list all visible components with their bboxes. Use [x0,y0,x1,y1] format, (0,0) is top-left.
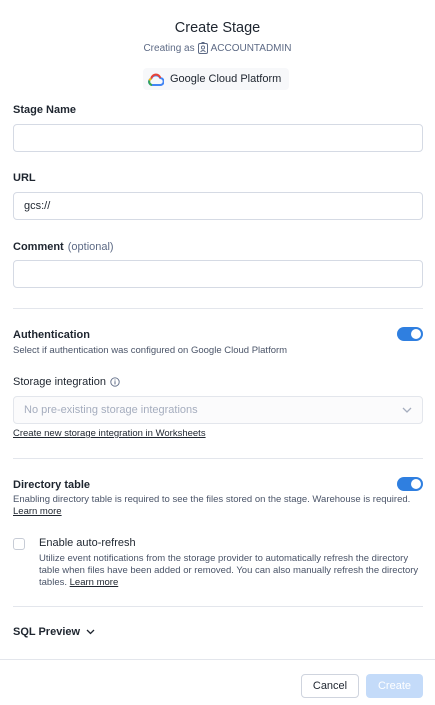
stage-name-label: Stage Name [13,104,76,116]
authentication-label-text: Authentication [13,329,90,341]
info-icon[interactable] [110,377,120,387]
storage-integration-select[interactable]: No pre-existing storage integrations [13,396,423,424]
directory-table-label: Directory table [13,479,90,491]
platform-chip: Google Cloud Platform [143,68,290,90]
auto-refresh-description: Utilize event notifications from the sto… [39,553,419,589]
comment-label-text: Comment [13,241,64,253]
comment-optional-hint: (optional) [67,241,114,253]
section-divider [13,308,423,309]
url-input[interactable]: gcs:// [13,192,423,220]
comment-label: Comment (optional) [13,241,114,253]
directory-table-label-text: Directory table [13,479,91,491]
auto-refresh-learn-more-link[interactable]: Learn more [70,577,119,588]
storage-integration-placeholder: No pre-existing storage integrations [24,404,198,416]
auto-refresh-label-text: Enable auto-refresh [39,537,136,549]
sql-preview-label: SQL Preview [13,626,81,638]
page-title: Create Stage [174,20,261,36]
url-label: URL [13,172,36,184]
create-storage-integration-link[interactable]: Create new storage integration in Worksh… [13,428,206,439]
stage-name-input[interactable] [13,124,423,152]
directory-table-description-text: Enabling directory table is required to … [13,494,411,505]
storage-integration-label: Storage integration [13,376,120,388]
role-name: ACCOUNTADMIN [210,42,292,54]
directory-table-description: Enabling directory table is required to … [13,494,418,518]
create-button[interactable]: Create [366,674,423,698]
creating-as-label: Creating as [143,42,195,54]
footer-divider [0,659,435,660]
directory-table-toggle[interactable] [397,477,423,491]
section-divider [13,458,423,459]
toggle-knob [411,479,421,489]
authentication-label: Authentication [13,329,90,341]
auto-refresh-label: Enable auto-refresh [39,537,136,549]
directory-table-learn-more-link[interactable]: Learn more [13,506,62,517]
authentication-toggle[interactable] [397,327,423,341]
chevron-down-icon [86,629,95,635]
url-label-text: URL [13,172,36,184]
comment-input[interactable] [13,260,423,288]
cancel-button[interactable]: Cancel [301,674,359,698]
platform-name: Google Cloud Platform [170,73,282,85]
authentication-description: Select if authentication was configured … [13,345,288,356]
toggle-knob [411,329,421,339]
sql-preview-toggle[interactable]: SQL Preview [13,626,95,638]
role-badge-icon [197,42,208,54]
chevron-down-icon [402,407,412,413]
google-cloud-icon [148,73,164,86]
section-divider [13,606,423,607]
stage-name-label-text: Stage Name [13,104,76,116]
auto-refresh-checkbox[interactable] [13,538,25,550]
storage-integration-label-text: Storage integration [13,376,106,388]
creating-as: Creating as ACCOUNTADMIN [0,42,435,54]
